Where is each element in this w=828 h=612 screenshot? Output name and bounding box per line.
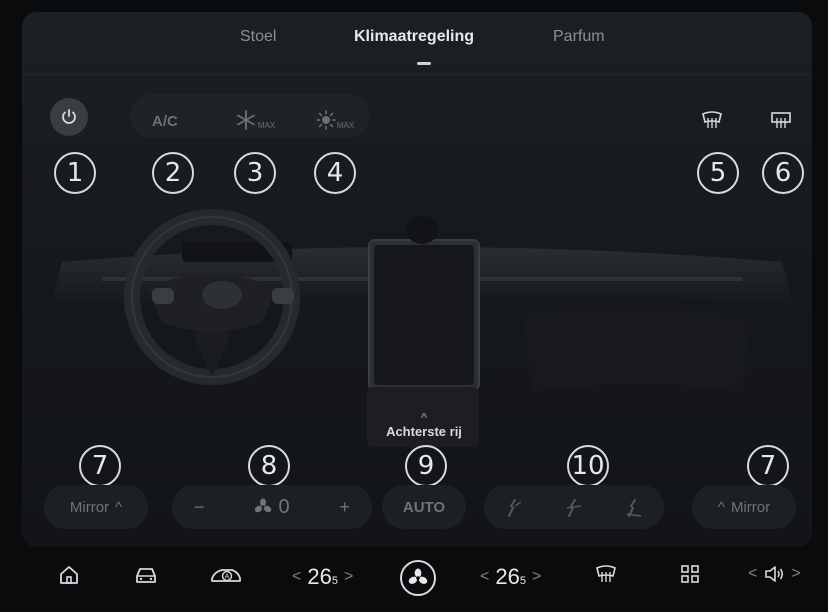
chevron-up-icon: ^ xyxy=(115,498,123,516)
callout-10: 10 xyxy=(567,445,609,487)
home-icon xyxy=(60,566,78,584)
driver-temp-down[interactable]: < xyxy=(292,568,301,586)
passenger-temp-control: < 265 > xyxy=(474,564,547,590)
taskbar: A < 265 > < 265 > < > xyxy=(0,548,828,612)
max-heat-label: MAX xyxy=(336,120,355,130)
active-tab-indicator xyxy=(417,62,431,65)
defrost-shortcut-button[interactable] xyxy=(594,564,618,584)
volume-control: < > xyxy=(742,564,807,584)
callout-3: 3 xyxy=(234,152,276,194)
mirror-right-button[interactable]: ^ Mirror xyxy=(692,485,796,529)
rear-row-label: Achterste rij xyxy=(386,424,462,439)
rear-row-toggle[interactable]: ^ Achterste rij xyxy=(374,412,474,439)
airflow-feet-icon[interactable] xyxy=(623,496,645,518)
callout-7-right: 7 xyxy=(747,445,789,487)
driver-temp-up[interactable]: > xyxy=(344,568,353,586)
max-heat-button[interactable]: MAX xyxy=(312,107,358,133)
callout-2: 2 xyxy=(152,152,194,194)
airflow-face-icon[interactable] xyxy=(503,496,525,518)
power-button[interactable] xyxy=(50,98,88,136)
passenger-temp-value: 265 xyxy=(495,564,526,590)
fan-icon xyxy=(255,498,272,513)
driver-temp-value: 265 xyxy=(307,564,338,590)
driver-temp-frac: 5 xyxy=(331,575,338,587)
passenger-temp-down[interactable]: < xyxy=(480,568,489,586)
auto-button[interactable]: AUTO xyxy=(382,485,466,529)
rear-defrost-icon xyxy=(771,112,791,128)
tab-parfum[interactable]: Parfum xyxy=(553,28,605,46)
driver-temp-control: < 265 > xyxy=(286,564,359,590)
mirror-left-button[interactable]: Mirror ^ xyxy=(44,485,148,529)
callout-6: 6 xyxy=(762,152,804,194)
tab-stoel[interactable]: Stoel xyxy=(240,28,276,46)
fan-speed-control: − 0 + xyxy=(172,485,372,529)
power-icon xyxy=(62,109,76,124)
ac-button[interactable]: A/C xyxy=(152,113,178,130)
home-button[interactable] xyxy=(58,564,80,586)
passenger-temp-int: 26 xyxy=(495,564,520,589)
callout-5: 5 xyxy=(697,152,739,194)
front-defrost-button[interactable] xyxy=(698,108,726,132)
car-icon xyxy=(136,568,156,583)
tab-bar: Stoel Klimaatregeling Parfum xyxy=(22,26,812,75)
airflow-body-icon[interactable] xyxy=(563,496,585,518)
callout-9: 9 xyxy=(405,445,447,487)
volume-up[interactable]: > xyxy=(791,565,800,583)
fan-minus-button[interactable]: − xyxy=(194,497,205,518)
max-cool-button[interactable]: MAX xyxy=(232,107,278,133)
rear-defrost-button[interactable] xyxy=(767,108,795,132)
grid-icon xyxy=(681,565,699,583)
fan-icon xyxy=(408,568,428,584)
snowflake-icon xyxy=(236,110,255,130)
climate-panel: Stoel Klimaatregeling Parfum A/C MAX MAX… xyxy=(22,12,812,547)
callout-4: 4 xyxy=(314,152,356,194)
mirror-left-label: Mirror xyxy=(69,498,110,516)
front-defrost-icon xyxy=(702,111,722,128)
airflow-mode-control xyxy=(484,485,664,529)
car-auto-icon: A xyxy=(211,569,241,582)
callout-7-left: 7 xyxy=(79,445,121,487)
driver-temp-int: 26 xyxy=(307,564,332,589)
climate-fan-button[interactable] xyxy=(400,560,436,596)
front-defrost-icon xyxy=(596,565,616,582)
fan-speed-display: 0 xyxy=(254,495,290,519)
chevron-up-icon: ^ xyxy=(420,412,428,424)
volume-down[interactable]: < xyxy=(748,565,757,583)
passenger-temp-frac: 5 xyxy=(519,575,526,587)
max-cool-label: MAX xyxy=(257,120,276,130)
mirror-right-label: Mirror xyxy=(730,498,771,516)
sun-icon xyxy=(316,110,336,130)
callout-1: 1 xyxy=(54,152,96,194)
speaker-icon xyxy=(765,566,784,582)
steering-wheel xyxy=(124,209,300,385)
apps-button[interactable] xyxy=(680,564,700,584)
svg-text:A: A xyxy=(225,574,230,581)
auto-drive-button[interactable]: A xyxy=(210,564,242,586)
car-seat-button[interactable] xyxy=(134,564,158,586)
passenger-temp-up[interactable]: > xyxy=(532,568,541,586)
callout-8: 8 xyxy=(248,445,290,487)
fan-speed-value: 0 xyxy=(278,495,290,518)
fan-plus-button[interactable]: + xyxy=(339,497,350,518)
chevron-up-icon: ^ xyxy=(717,498,725,516)
tab-klimaatregeling[interactable]: Klimaatregeling xyxy=(354,28,474,46)
auto-label: AUTO xyxy=(402,498,446,516)
